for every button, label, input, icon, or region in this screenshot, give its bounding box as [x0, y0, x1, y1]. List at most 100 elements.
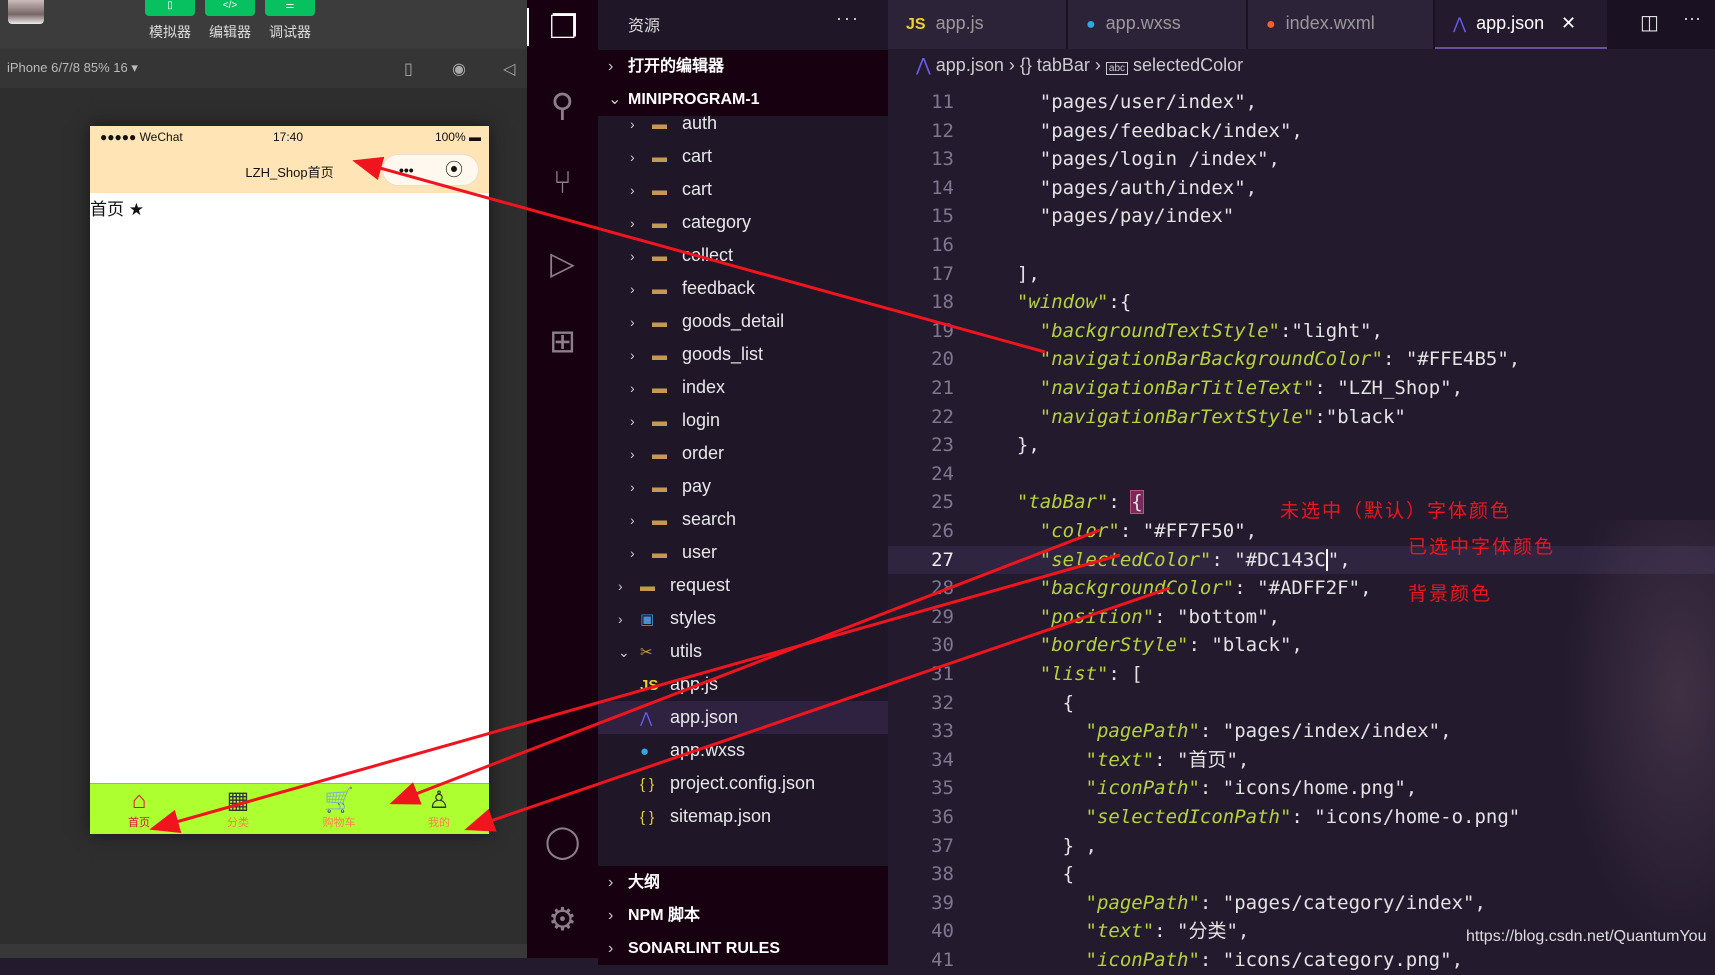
- outline-section[interactable]: › 大纲: [598, 866, 888, 899]
- record-icon[interactable]: ◉: [452, 59, 466, 79]
- settings-gear-icon[interactable]: ⚙: [527, 900, 598, 938]
- file-name: category: [682, 212, 752, 232]
- tab-label: app.js: [935, 13, 984, 33]
- project-section[interactable]: ⌄ MINIPROGRAM-1: [598, 83, 888, 116]
- line-number: 21: [931, 377, 954, 399]
- code-token: : "分类",: [1154, 920, 1250, 943]
- split-editor-icon[interactable]: ◫: [1640, 10, 1659, 35]
- tab-index-wxml[interactable]: ● index.wxml: [1248, 0, 1433, 49]
- rotate-phone-icon[interactable]: ▯: [404, 59, 413, 79]
- json-key: "text": [1085, 920, 1155, 943]
- file-tree-item[interactable]: ⋀ app.json: [598, 701, 888, 734]
- code-token: : "pages/category/index",: [1199, 891, 1486, 914]
- file-tree-item[interactable]: › ▬ category: [598, 206, 888, 239]
- line-source: "borderStyle": "black",: [994, 631, 1303, 660]
- json-key: "selectedIconPath": [1085, 806, 1292, 828]
- npm-scripts-section[interactable]: › NPM 脚本: [598, 899, 888, 932]
- line-number: 38: [931, 863, 954, 886]
- sonarlint-section[interactable]: › SONARLINT RULES: [598, 932, 888, 965]
- close-mini-program-icon[interactable]: ⦿: [445, 155, 463, 185]
- explorer-sidebar: 资源 ··· › 打开的编辑器 ⌄ MINIPROGRAM-1 › ▬ auth › ▬ ca…: [598, 0, 888, 965]
- device-bar: iPhone 6/7/8 85% 16 ▾ ▯ ◉ ◁: [0, 49, 527, 88]
- file-tree-item[interactable]: › ▬ cart: [598, 173, 888, 206]
- chevron-right-icon: ›: [618, 611, 623, 627]
- explorer-icon[interactable]: ❐: [527, 8, 598, 46]
- code-token: "pages/feedback/index",: [994, 119, 1303, 142]
- tab-home[interactable]: ⌂ 首页: [99, 786, 179, 830]
- line-number: 29: [931, 605, 954, 628]
- json-app-icon: ⋀: [1453, 16, 1467, 33]
- tab-label: 我的: [428, 817, 450, 829]
- line-source: "iconPath": "icons/category.png",: [994, 946, 1464, 975]
- tab-app-wxss[interactable]: ● app.wxss: [1068, 0, 1246, 49]
- file-tree-item[interactable]: › ▬ collect: [598, 239, 888, 272]
- explorer-more-button[interactable]: ···: [836, 8, 860, 29]
- file-tree-item[interactable]: › ▬ index: [598, 371, 888, 404]
- file-tree-item[interactable]: { } project.config.json: [598, 767, 888, 800]
- tab-category[interactable]: ▦ 分类: [198, 786, 278, 830]
- line-number: 37: [931, 834, 954, 857]
- file-tree-item[interactable]: › ▬ pay: [598, 470, 888, 503]
- account-icon[interactable]: ◯: [527, 822, 598, 860]
- file-name: auth: [682, 113, 718, 133]
- file-tree-item[interactable]: ● app.wxss: [598, 734, 888, 767]
- simulator-toolbar: ▯ </> ⚌ 模拟器 编辑器 调试器: [0, 0, 527, 49]
- file-tree-item[interactable]: JS app.js: [598, 668, 888, 701]
- file-tree-item[interactable]: › ▬ search: [598, 503, 888, 536]
- string-icon: abc: [1105, 62, 1129, 75]
- breadcrumb-item[interactable]: selectedColor: [1133, 55, 1243, 75]
- user-avatar[interactable]: [8, 0, 44, 24]
- file-tree-item[interactable]: › ▬ request: [598, 569, 888, 602]
- breadcrumb-item[interactable]: {} tabBar: [1020, 55, 1090, 75]
- folder-icon: ▬: [652, 380, 667, 397]
- code-line: 13 "pages/login /index",: [888, 145, 1715, 174]
- js-icon: JS: [906, 16, 926, 33]
- more-actions-icon[interactable]: ···: [1683, 8, 1701, 29]
- close-tab-button[interactable]: ✕: [1547, 0, 1607, 49]
- line-source: "window":{: [994, 288, 1131, 317]
- tab-cart[interactable]: 🛒 购物车: [299, 786, 379, 830]
- line-number: 40: [931, 920, 954, 943]
- run-debug-icon[interactable]: ▷: [527, 244, 598, 282]
- json-key: "text": [1085, 748, 1155, 771]
- json-key: "backgroundTextStyle": [1039, 319, 1280, 342]
- extensions-icon[interactable]: ⊞: [527, 322, 598, 360]
- json-key: "pagePath": [1085, 720, 1200, 743]
- line-source: "pages/auth/index",: [994, 174, 1257, 203]
- file-name: index: [682, 377, 726, 397]
- breadcrumb-item[interactable]: app.json: [936, 55, 1004, 75]
- chevron-right-icon: ›: [630, 380, 635, 396]
- line-number: 39: [931, 891, 954, 914]
- file-tree-item[interactable]: › ▬ order: [598, 437, 888, 470]
- folder-icon: ▬: [652, 347, 667, 364]
- file-tree-item[interactable]: › ▣ styles: [598, 602, 888, 635]
- file-tree-item[interactable]: › ▬ goods_list: [598, 338, 888, 371]
- line-source: "backgroundColor": "#ADFF2F",: [994, 574, 1372, 603]
- file-tree-item[interactable]: › ▬ feedback: [598, 272, 888, 305]
- editor-button[interactable]: </>: [205, 0, 255, 16]
- device-select[interactable]: iPhone 6/7/8 85% 16 ▾: [7, 60, 138, 76]
- tab-mine[interactable]: ♙ 我的: [399, 786, 479, 830]
- sound-icon[interactable]: ◁: [503, 59, 515, 79]
- file-tree-item[interactable]: › ▬ login: [598, 404, 888, 437]
- simulator-button[interactable]: ▯: [145, 0, 195, 16]
- file-tree-item[interactable]: › ▬ user: [598, 536, 888, 569]
- line-number: 22: [931, 405, 954, 428]
- debugger-button[interactable]: ⚌: [265, 0, 315, 16]
- search-icon[interactable]: ⚲: [527, 86, 598, 124]
- chevron-right-icon: ›: [630, 512, 635, 528]
- open-editors-section[interactable]: › 打开的编辑器: [598, 50, 888, 83]
- tab-app-js[interactable]: JS app.js: [888, 0, 1066, 49]
- line-number: 31: [931, 663, 954, 685]
- source-control-icon[interactable]: ⑂: [527, 164, 598, 201]
- editor-label: 编辑器: [209, 24, 251, 40]
- line-source: "tabBar": {: [994, 488, 1144, 517]
- tab-app-json[interactable]: ⋀ app.json: [1435, 0, 1547, 49]
- file-tree-item[interactable]: › ▬ goods_detail: [598, 305, 888, 338]
- code-token: :"light",: [1279, 319, 1383, 342]
- file-tree-item[interactable]: ⌄ ✂ utils: [598, 635, 888, 668]
- json-key: "iconPath": [1085, 777, 1200, 800]
- file-tree-item[interactable]: › ▬ cart: [598, 140, 888, 173]
- file-tree-item[interactable]: { } sitemap.json: [598, 800, 888, 833]
- more-icon[interactable]: •••: [399, 155, 414, 185]
